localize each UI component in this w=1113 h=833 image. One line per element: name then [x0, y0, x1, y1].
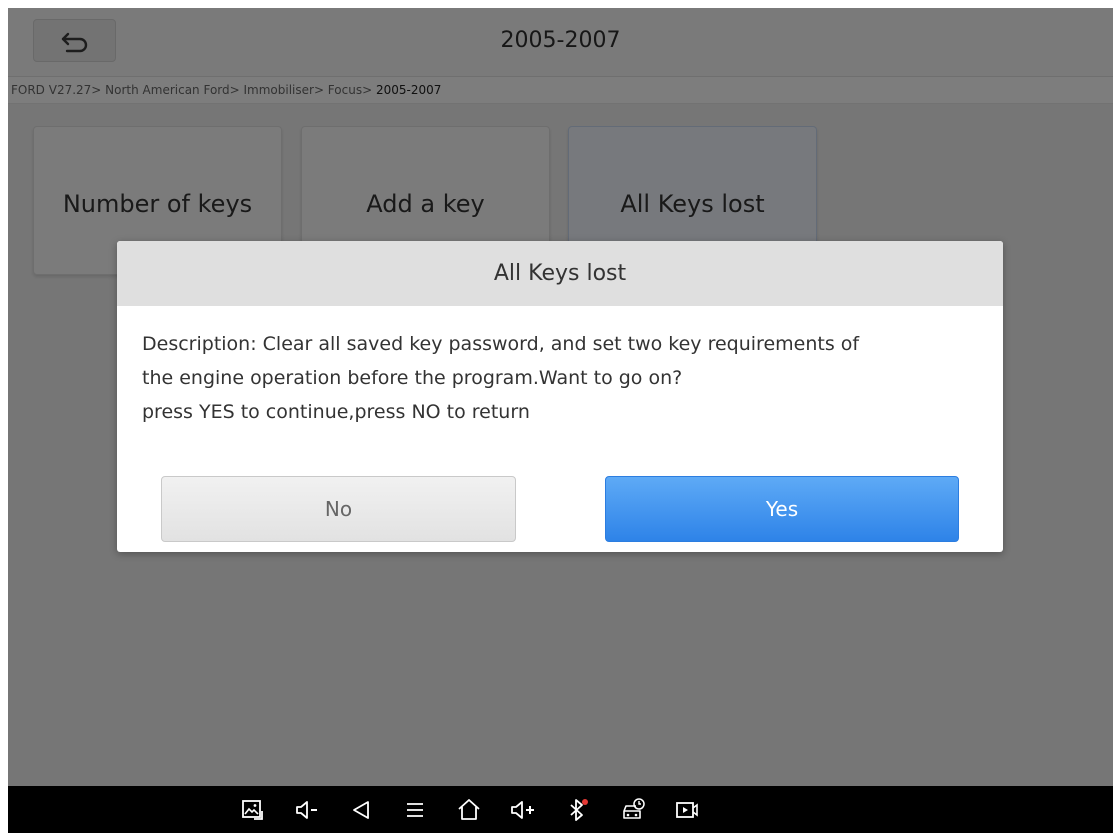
screenshot-icon[interactable]	[232, 786, 272, 833]
bluetooth-icon[interactable]	[558, 786, 598, 833]
system-nav-bar	[8, 786, 1113, 833]
dialog-line-1: Description: Clear all saved key passwor…	[142, 333, 860, 355]
back-icon[interactable]	[341, 786, 381, 833]
no-button[interactable]: No	[161, 476, 516, 542]
screen-record-icon[interactable]	[667, 786, 707, 833]
app-screen: 2005-2007 FORD V27.27> North American Fo…	[8, 8, 1113, 786]
yes-button[interactable]: Yes	[605, 476, 959, 542]
home-icon[interactable]	[449, 786, 489, 833]
volume-up-icon[interactable]	[503, 786, 543, 833]
dialog-line-3: press YES to continue,press NO to return	[142, 401, 530, 423]
dialog-message: Description: Clear all saved key passwor…	[117, 306, 1003, 429]
confirm-dialog: All Keys lost Description: Clear all sav…	[117, 241, 1003, 552]
dialog-title: All Keys lost	[117, 241, 1003, 306]
vci-icon[interactable]	[613, 786, 653, 833]
menu-icon[interactable]	[395, 786, 435, 833]
dialog-line-2: the engine operation before the program.…	[142, 367, 683, 389]
volume-down-icon[interactable]	[287, 786, 327, 833]
